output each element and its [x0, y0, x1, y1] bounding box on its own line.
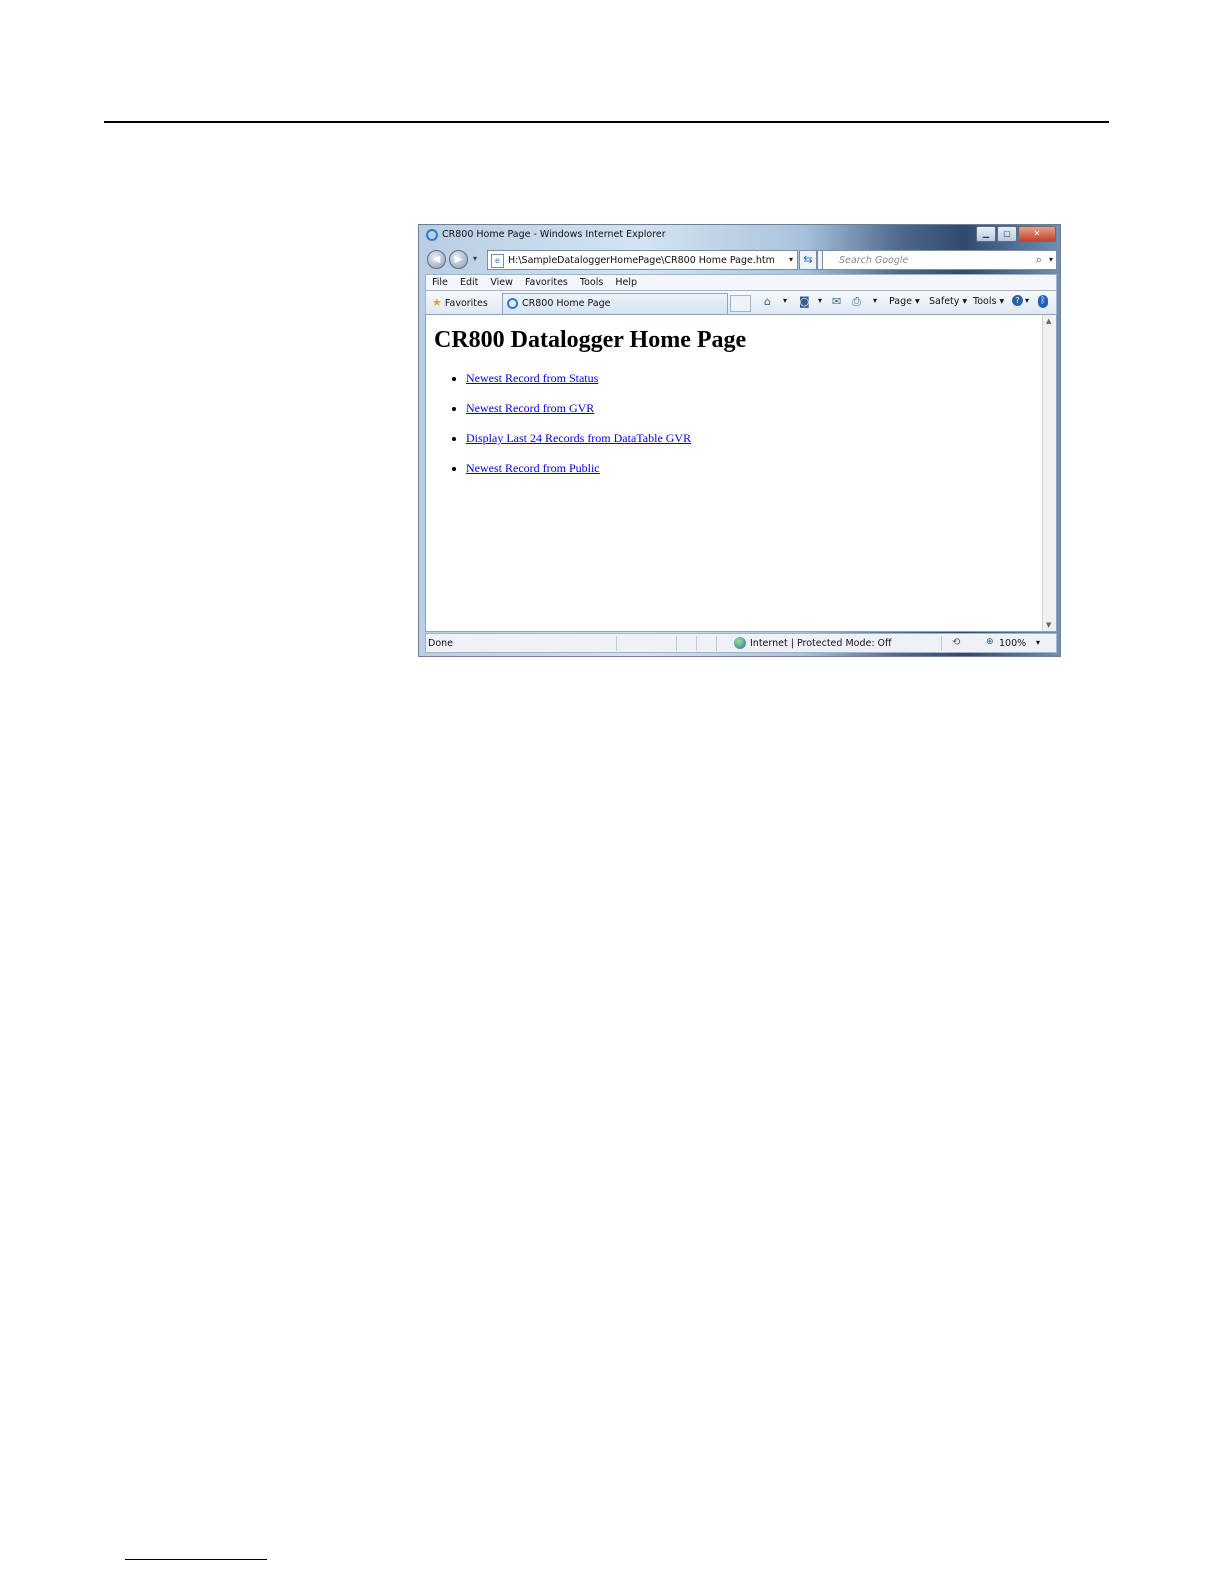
status-divider — [696, 636, 697, 651]
vertical-scrollbar[interactable]: ▲ ▼ — [1042, 315, 1056, 631]
link-newest-record-gvr[interactable]: Newest Record from GVR — [466, 401, 594, 415]
window-title: CR800 Home Page - Windows Internet Explo… — [442, 229, 666, 240]
safety-menu-button[interactable]: Safety ▾ — [929, 296, 967, 307]
star-icon: ★ — [432, 296, 442, 309]
help-icon[interactable]: ? — [1012, 295, 1023, 306]
scroll-up-icon[interactable]: ▲ — [1046, 317, 1051, 325]
forward-button[interactable]: ▶ — [449, 250, 468, 269]
minimize-button[interactable]: ▁ — [976, 226, 996, 242]
zoom-level[interactable]: 100% — [999, 638, 1026, 649]
close-button[interactable]: ✕ — [1018, 226, 1056, 242]
title-bar: CR800 Home Page - Windows Internet Explo… — [419, 225, 1060, 247]
link-newest-record-status[interactable]: Newest Record from Status — [466, 371, 598, 385]
search-dropdown-icon[interactable]: ▾ — [1049, 255, 1053, 264]
page-icon: e — [491, 254, 504, 268]
print-dropdown-icon[interactable]: ▾ — [873, 296, 877, 305]
zoom-dropdown-icon[interactable]: ▾ — [1036, 638, 1040, 647]
list-item: Newest Record from GVR — [466, 401, 691, 431]
menu-file[interactable]: File — [432, 275, 448, 290]
footnote-rule — [125, 1559, 267, 1560]
favorites-label: Favorites — [444, 298, 488, 309]
favorites-bar: ★ Favorites CR800 Home Page ⌂ ▾ ◙ ▾ ✉ ⎙ … — [425, 291, 1057, 314]
zoom-icon[interactable]: ⊕ — [986, 637, 994, 647]
link-newest-record-public[interactable]: Newest Record from Public — [466, 461, 600, 475]
feeds-dropdown-icon[interactable]: ▾ — [818, 296, 822, 305]
maximize-button[interactable]: ▢ — [997, 226, 1017, 242]
search-input[interactable]: Search Google — [839, 255, 908, 266]
tab-label: CR800 Home Page — [522, 298, 611, 309]
link-last-24-records-gvr[interactable]: Display Last 24 Records from DataTable G… — [466, 431, 691, 445]
menu-view[interactable]: View — [490, 275, 513, 290]
status-text: Done — [428, 638, 453, 649]
window-controls: ▁ ▢ ✕ — [975, 226, 1056, 242]
address-bar[interactable]: e H:\SampleDataloggerHomePage\CR800 Home… — [487, 250, 798, 270]
search-icon[interactable]: ⌕ — [1036, 253, 1042, 267]
address-url[interactable]: H:\SampleDataloggerHomePage\CR800 Home P… — [508, 255, 775, 266]
link-list: Newest Record from Status Newest Record … — [448, 371, 691, 491]
security-zone[interactable]: Internet | Protected Mode: Off — [750, 638, 892, 649]
status-divider — [616, 636, 617, 651]
list-item: Newest Record from Status — [466, 371, 691, 401]
menu-tools[interactable]: Tools — [580, 275, 603, 290]
home-dropdown-icon[interactable]: ▾ — [783, 296, 787, 305]
mail-icon[interactable]: ✉ — [832, 295, 841, 308]
refresh-button[interactable]: ⇆ — [799, 250, 817, 270]
page-content: CR800 Datalogger Home Page Newest Record… — [425, 314, 1057, 632]
scroll-down-icon[interactable]: ▼ — [1046, 621, 1051, 629]
navigation-bar: ◀ ▶ ▾ e H:\SampleDataloggerHomePage\CR80… — [419, 247, 1060, 273]
new-tab-button[interactable] — [730, 295, 751, 312]
print-icon[interactable]: ⎙ — [852, 295, 861, 309]
page-heading: CR800 Datalogger Home Page — [434, 327, 747, 353]
help-dropdown-icon[interactable]: ▾ — [1025, 296, 1029, 305]
menu-favorites[interactable]: Favorites — [525, 275, 568, 290]
page-menu-button[interactable]: Page ▾ — [889, 296, 920, 307]
history-dropdown-icon[interactable]: ▾ — [473, 254, 477, 263]
menu-bar: File Edit View Favorites Tools Help — [425, 274, 1057, 291]
status-divider — [941, 636, 942, 651]
status-bar: Done Internet | Protected Mode: Off ⟲ ⊕ … — [425, 633, 1057, 653]
menu-edit[interactable]: Edit — [460, 275, 478, 290]
favorites-button[interactable]: ★ Favorites — [432, 296, 488, 309]
browser-window: CR800 Home Page - Windows Internet Explo… — [418, 224, 1061, 657]
home-icon[interactable]: ⌂ — [764, 295, 771, 308]
tab-cr800-home-page[interactable]: CR800 Home Page — [502, 293, 728, 314]
ie-tab-icon — [507, 298, 518, 309]
status-divider — [676, 636, 677, 651]
back-button[interactable]: ◀ — [427, 250, 446, 269]
bluetooth-icon[interactable]: ᛒ — [1038, 295, 1048, 308]
globe-icon — [734, 637, 746, 649]
status-divider — [716, 636, 717, 651]
tools-menu-button[interactable]: Tools ▾ — [973, 296, 1004, 307]
feeds-icon[interactable]: ◙ — [799, 295, 810, 308]
ie-logo-icon — [426, 229, 438, 241]
list-item: Newest Record from Public — [466, 461, 691, 491]
list-item: Display Last 24 Records from DataTable G… — [466, 431, 691, 461]
header-rule — [104, 121, 1109, 123]
menu-help[interactable]: Help — [615, 275, 637, 290]
protected-mode-icon[interactable]: ⟲ — [952, 637, 960, 648]
search-box[interactable]: Search Google ⌕ ▾ — [822, 250, 1057, 270]
address-dropdown-icon[interactable]: ▾ — [789, 255, 793, 264]
